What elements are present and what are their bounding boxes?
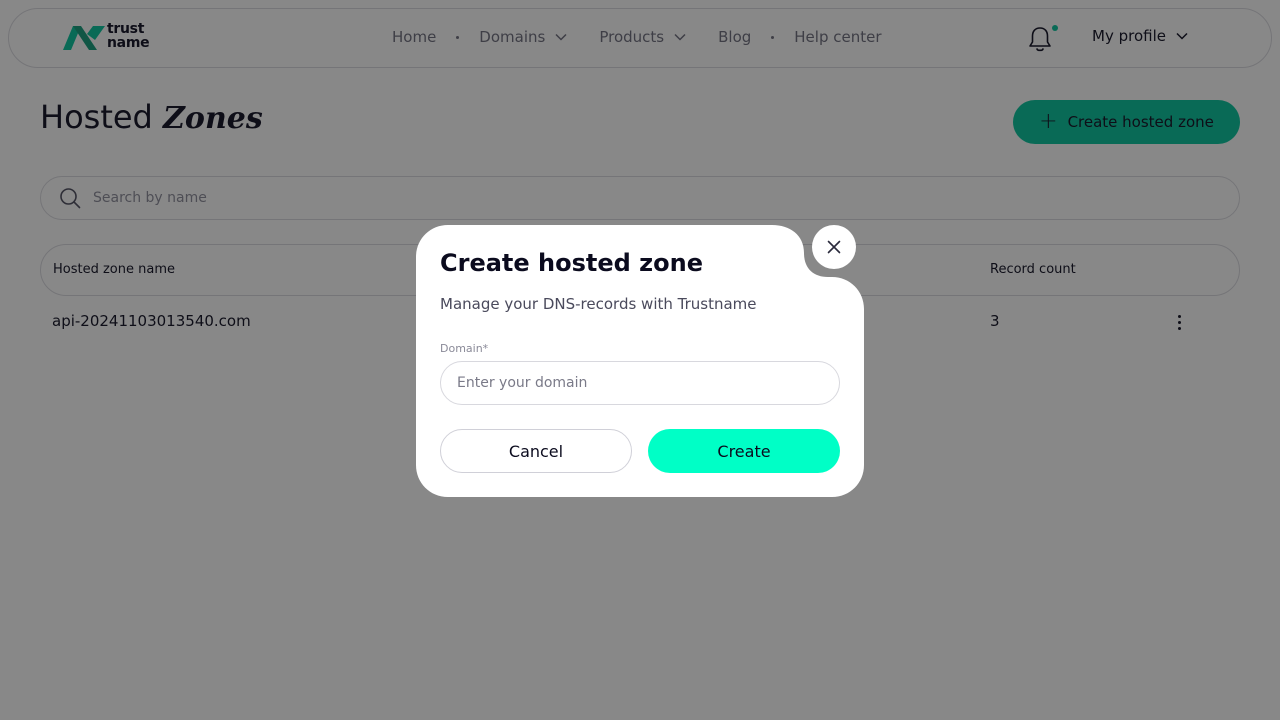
close-button[interactable] — [812, 225, 856, 269]
modal-subtitle: Manage your DNS-records with Trustname — [440, 295, 757, 313]
domain-field — [440, 361, 840, 405]
create-hosted-zone-modal: Create hosted zone Manage your DNS-recor… — [416, 225, 864, 497]
domain-input[interactable] — [457, 375, 817, 391]
domain-field-label: Domain* — [440, 342, 489, 355]
modal-title: Create hosted zone — [440, 249, 703, 277]
close-icon — [827, 240, 841, 254]
page: trust name Home Domains Products Blog — [0, 0, 1280, 720]
create-button[interactable]: Create — [648, 429, 840, 473]
cancel-button[interactable]: Cancel — [440, 429, 632, 473]
